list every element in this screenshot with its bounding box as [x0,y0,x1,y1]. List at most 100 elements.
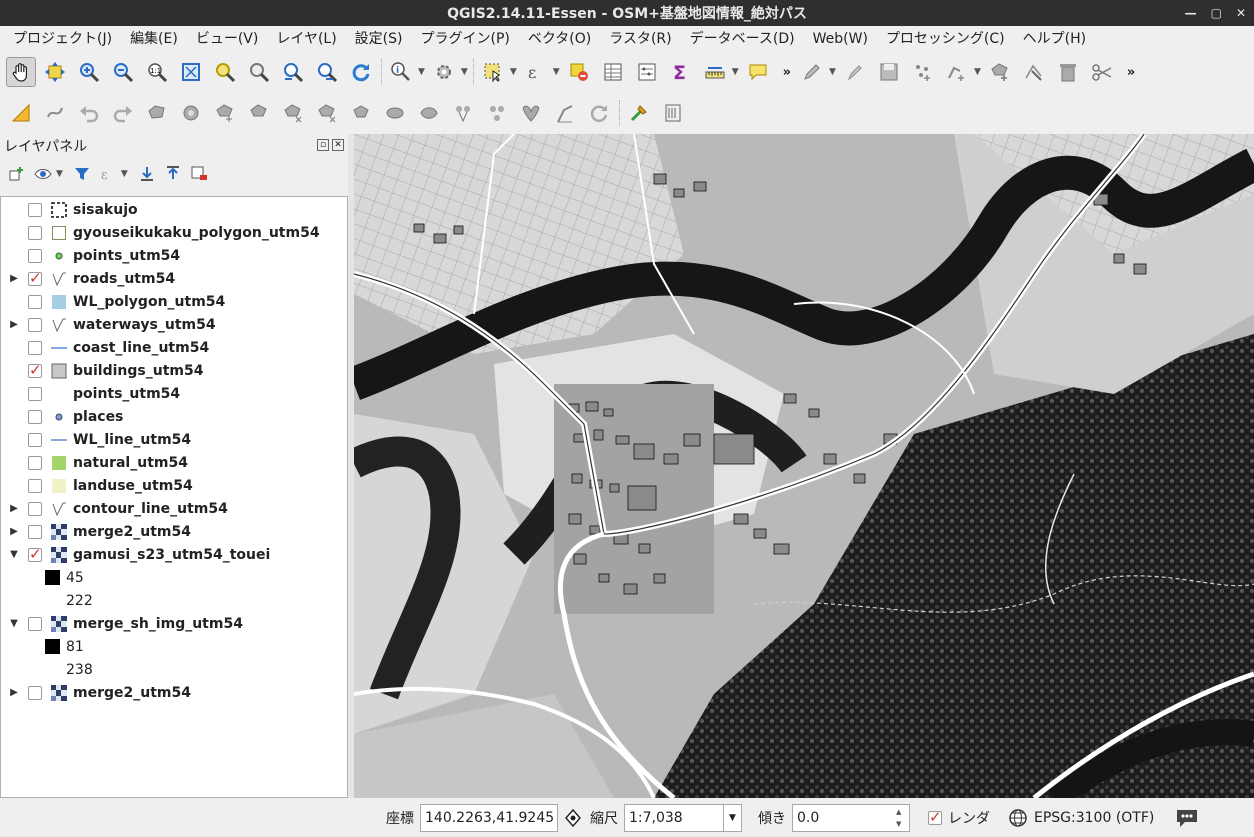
layer-visibility-checkbox[interactable] [28,317,42,332]
layer-visibility-checkbox[interactable] [28,202,42,217]
trace-icon[interactable] [40,98,70,128]
attribute-table-icon[interactable] [598,57,628,87]
statistics-sigma-icon[interactable]: Σ [666,57,696,87]
layer-visibility-checkbox[interactable] [28,501,42,516]
select-features-icon[interactable] [478,57,508,87]
layer-row-roads[interactable]: ▶ roads_utm54 [1,267,347,290]
menu-web[interactable]: Web(W) [804,26,877,52]
layer-visibility-checkbox[interactable] [28,616,42,631]
layer-row-coast-line[interactable]: coast_line_utm54 [1,336,347,359]
map-canvas[interactable] [354,134,1254,798]
filter-expression-icon[interactable]: ε [97,163,119,185]
menu-settings[interactable]: 設定(S) [346,26,412,52]
split-parts-icon[interactable] [482,98,512,128]
offset-curve-icon[interactable] [380,98,410,128]
chevron-down-icon[interactable]: ▼ [732,67,739,77]
zoom-full-icon[interactable] [176,57,206,87]
layer-row-gamusi[interactable]: ▼ gamusi_s23_utm54_touei [1,543,347,566]
zoom-next-icon[interactable] [312,57,342,87]
expand-all-icon[interactable] [136,163,158,185]
messages-icon[interactable] [1174,807,1200,829]
pan-to-selection-icon[interactable] [40,57,70,87]
layer-row-landuse[interactable]: landuse_utm54 [1,474,347,497]
add-line-icon[interactable] [942,57,972,87]
menu-view[interactable]: ビュー(V) [187,26,268,52]
add-part-icon[interactable] [210,98,240,128]
layer-visibility-checkbox[interactable] [28,478,42,493]
select-by-expression-icon[interactable]: ε [521,57,551,87]
spin-arrows-icon[interactable]: ▲ ▼ [896,806,908,830]
zoom-last-icon[interactable] [278,57,308,87]
menu-plugins[interactable]: プラグイン(P) [411,26,518,52]
zoom-to-layer-icon[interactable] [244,57,274,87]
cad-triangle-icon[interactable] [6,98,36,128]
crs-status[interactable]: EPSG:3100 (OTF) [1034,810,1154,826]
save-edits-icon[interactable] [874,57,904,87]
cut-scissors-icon[interactable] [1087,57,1117,87]
delete-part-icon[interactable] [312,98,342,128]
zoom-to-selection-icon[interactable] [210,57,240,87]
toggle-editing-icon[interactable] [840,57,870,87]
merge-attributes-icon[interactable] [550,98,580,128]
float-panel-icon[interactable]: ▫ [317,139,329,151]
close-icon[interactable]: ✕ [1236,6,1246,20]
layer-visibility-checkbox[interactable] [28,225,42,240]
menu-database[interactable]: データベース(D) [681,26,804,52]
add-polygon-icon[interactable] [985,57,1015,87]
layer-row-sisakujo[interactable]: sisakujo [1,198,347,221]
expand-arrow-icon[interactable]: ▶ [8,503,20,514]
chevron-down-icon[interactable]: ▼ [724,803,742,832]
add-group-icon[interactable] [6,163,28,185]
expand-arrow-icon[interactable]: ▶ [8,687,20,698]
menu-layer[interactable]: レイヤ(L) [267,26,345,52]
menu-processing[interactable]: プロセッシング(C) [877,26,1014,52]
delete-ring-icon[interactable] [278,98,308,128]
layer-visibility-checkbox[interactable] [28,386,42,401]
rotate-feature-icon[interactable] [346,98,376,128]
measure-ruler-icon[interactable] [700,57,730,87]
chevron-down-icon[interactable]: ▼ [974,67,981,77]
layer-visibility-checkbox[interactable] [28,545,42,563]
chevron-down-icon[interactable]: ▼ [121,169,128,179]
layer-visibility-checkbox[interactable] [28,455,42,470]
digitize-pencil-icon[interactable] [797,57,827,87]
layer-visibility-checkbox[interactable] [28,432,42,447]
layer-visibility-checkbox[interactable] [28,361,42,379]
chevron-down-icon[interactable]: ▼ [418,67,425,77]
collapse-all-icon[interactable] [162,163,184,185]
layer-visibility-checkbox[interactable] [28,685,42,700]
add-ring-icon[interactable] [142,98,172,128]
layer-visibility-checkbox[interactable] [28,524,42,539]
deselect-icon[interactable] [564,57,594,87]
refresh-icon[interactable] [346,57,376,87]
layer-row-buildings[interactable]: buildings_utm54 [1,359,347,382]
layer-row-natural[interactable]: natural_utm54 [1,451,347,474]
expand-arrow-icon[interactable]: ▶ [8,319,20,330]
menu-raster[interactable]: ラスタ(R) [600,26,680,52]
layer-visibility-checkbox[interactable] [28,269,42,287]
node-tool-icon[interactable] [1019,57,1049,87]
redo-icon[interactable] [108,98,138,128]
maximize-icon[interactable]: ▢ [1211,6,1222,20]
layer-visibility-checkbox[interactable] [28,248,42,263]
layer-row-places[interactable]: places [1,405,347,428]
map-tips-icon[interactable] [743,57,773,87]
expand-arrow-icon[interactable]: ▶ [8,526,20,537]
layer-row-waterways[interactable]: ▶ waterways_utm54 [1,313,347,336]
chevron-down-icon[interactable]: ▼ [461,67,468,77]
render-checkbox[interactable] [928,808,942,826]
layer-row-points[interactable]: points_utm54 [1,244,347,267]
layer-row-wl-line[interactable]: WL_line_utm54 [1,428,347,451]
pan-hand-icon[interactable] [6,57,36,87]
filter-legend-icon[interactable] [71,163,93,185]
layer-row-gyouseikukaku[interactable]: gyouseikukaku_polygon_utm54 [1,221,347,244]
layer-visibility-checkbox[interactable] [28,294,42,309]
toggle-extents-icon[interactable] [562,804,584,832]
simplify-icon[interactable] [414,98,444,128]
scale-combobox[interactable]: 1:7,038 [624,803,724,832]
remove-layer-icon[interactable] [188,163,210,185]
label-pin-icon[interactable] [624,98,654,128]
rotation-spinbox[interactable]: 0.0 [792,803,910,832]
layer-row-points-2[interactable]: points_utm54 [1,382,347,405]
chevron-down-icon[interactable]: ▼ [510,67,517,77]
